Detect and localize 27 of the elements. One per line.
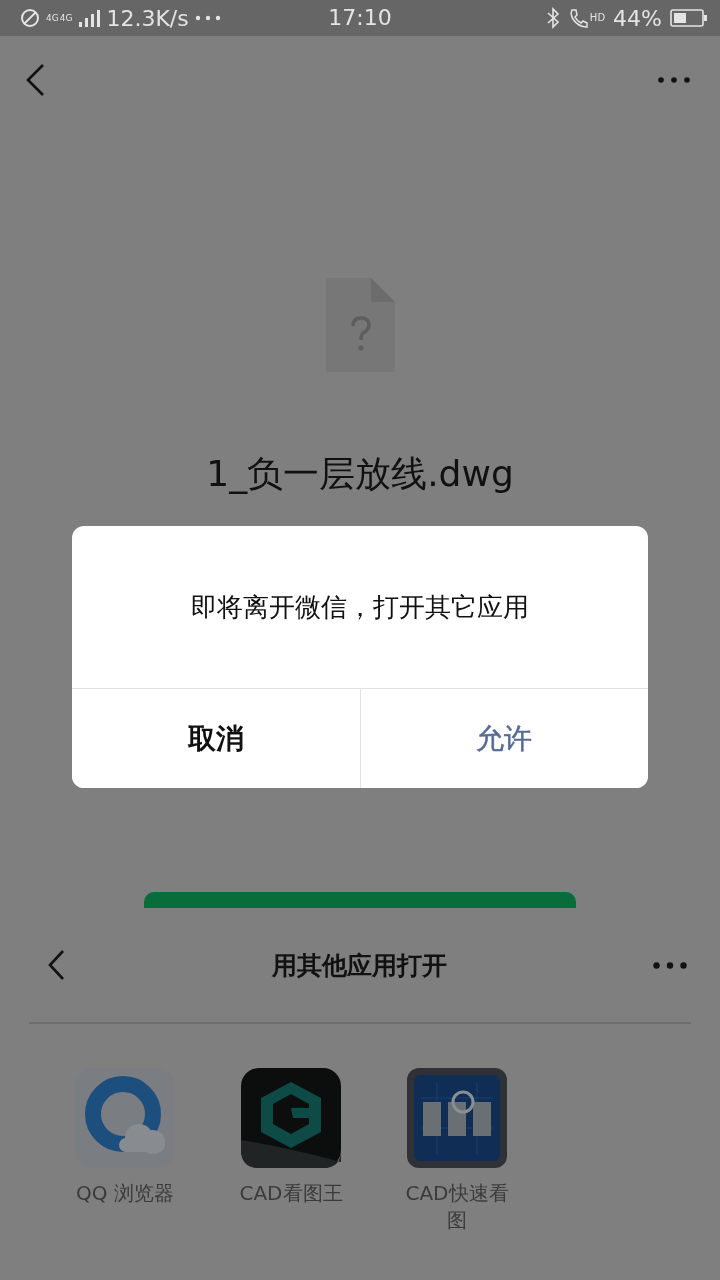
- allow-button[interactable]: 允许: [359, 689, 648, 788]
- signal-icon: [78, 8, 101, 28]
- blueprint-app-icon[interactable]: [407, 1068, 507, 1168]
- more-icon[interactable]: [658, 77, 690, 83]
- dialog-message: 即将离开微信，打开其它应用: [191, 590, 529, 624]
- more-icon: [194, 15, 221, 21]
- blocked-icon: [20, 8, 40, 28]
- cube-app-icon[interactable]: [241, 1068, 341, 1168]
- back-icon[interactable]: [47, 950, 65, 980]
- network-label: 4G: [46, 13, 59, 23]
- network-label: 4G: [59, 13, 73, 23]
- app-name[interactable]: CAD快速看图: [397, 1180, 517, 1234]
- app-name[interactable]: QQ 浏览器: [65, 1180, 185, 1207]
- browser-app-icon[interactable]: [75, 1068, 175, 1168]
- battery-percent: 44%: [613, 5, 662, 31]
- network-speed: 12.3K/s: [106, 5, 189, 31]
- back-icon[interactable]: [24, 63, 46, 97]
- file-icon: [325, 278, 395, 372]
- call-label: HD: [589, 11, 606, 23]
- battery-icon: [670, 8, 708, 28]
- phone-icon: [567, 7, 588, 29]
- file-name: 1_负一层放线.dwg: [206, 453, 514, 494]
- bluetooth-icon: [545, 7, 560, 29]
- sheet-title: 用其他应用打开: [271, 949, 447, 982]
- clock: 17:10: [328, 5, 392, 30]
- app-name[interactable]: CAD看图王: [231, 1180, 351, 1207]
- more-icon[interactable]: [653, 961, 687, 969]
